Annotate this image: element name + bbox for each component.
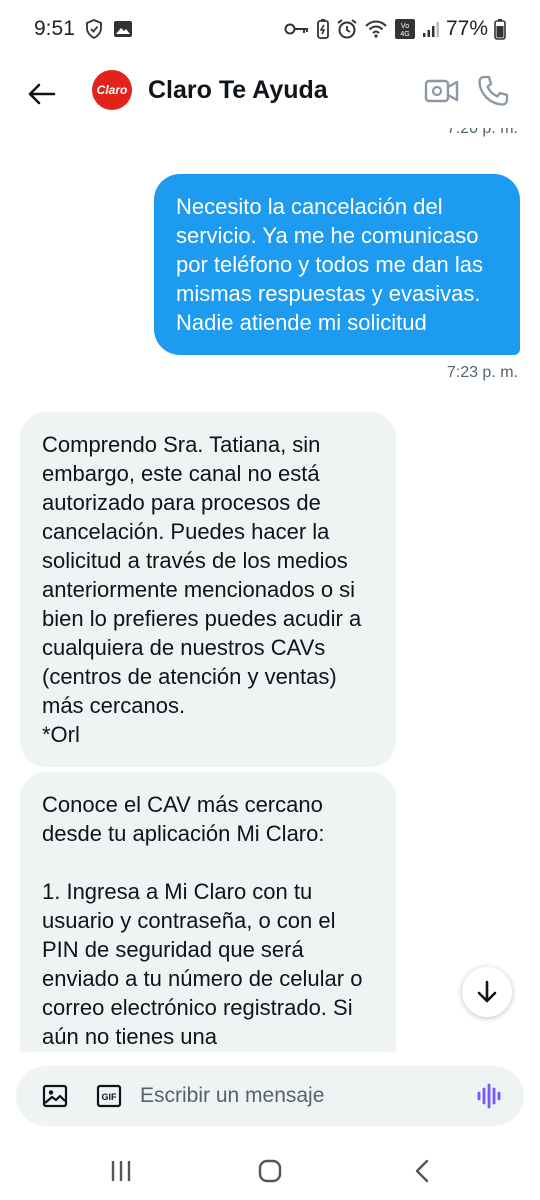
home-button[interactable] bbox=[255, 1158, 285, 1184]
svg-text:4G: 4G bbox=[400, 31, 409, 38]
back-arrow-icon bbox=[28, 83, 56, 105]
alarm-icon bbox=[336, 18, 358, 40]
svg-text:GIF: GIF bbox=[102, 1092, 118, 1102]
volte-icon: Vo 4G bbox=[394, 18, 416, 40]
video-call-icon bbox=[424, 79, 459, 103]
back-button[interactable] bbox=[24, 76, 60, 112]
svg-text:Vo: Vo bbox=[401, 23, 409, 30]
message-timestamp: 7:20 p. m. bbox=[446, 128, 518, 137]
gallery-icon bbox=[113, 20, 133, 38]
avatar[interactable]: Claro bbox=[92, 70, 132, 110]
home-icon bbox=[258, 1159, 282, 1183]
message-composer: GIF bbox=[16, 1066, 524, 1126]
recent-apps-button[interactable] bbox=[106, 1158, 136, 1184]
arrow-down-icon bbox=[477, 980, 497, 1003]
voice-message-button[interactable] bbox=[476, 1081, 504, 1111]
received-message-bubble[interactable]: Comprendo Sra. Tatiana, sin embargo, est… bbox=[20, 412, 396, 767]
system-back-button[interactable] bbox=[408, 1158, 438, 1184]
sent-message-bubble[interactable]: Necesito la cancelación del servicio. Ya… bbox=[154, 174, 520, 355]
video-call-button[interactable] bbox=[424, 76, 460, 106]
voice-icon bbox=[477, 1083, 501, 1109]
scroll-to-bottom-button[interactable] bbox=[462, 967, 512, 1017]
system-navigation-bar bbox=[0, 1140, 540, 1200]
gif-icon: GIF bbox=[96, 1084, 122, 1108]
message-list[interactable]: 7:20 p. m. Necesito la cancelación del s… bbox=[0, 128, 540, 1052]
signal-icon bbox=[422, 20, 440, 38]
image-icon bbox=[42, 1084, 68, 1108]
key-icon bbox=[284, 22, 310, 36]
battery-icon bbox=[494, 18, 506, 40]
avatar-logo-text: Claro bbox=[96, 83, 128, 97]
add-image-button[interactable] bbox=[42, 1084, 68, 1108]
conversation-header: Claro Claro Te Ayuda bbox=[0, 58, 540, 128]
battery-saver-icon bbox=[316, 18, 330, 40]
message-input[interactable] bbox=[140, 1080, 460, 1112]
voice-call-button[interactable] bbox=[476, 74, 510, 108]
contact-name[interactable]: Claro Te Ayuda bbox=[148, 76, 328, 105]
received-message-bubble[interactable]: Conoce el CAV más cercano desde tu aplic… bbox=[20, 772, 396, 1052]
message-timestamp: 7:23 p. m. bbox=[446, 364, 518, 381]
phone-icon bbox=[478, 75, 509, 106]
status-time: 9:51 bbox=[34, 17, 75, 40]
add-gif-button[interactable]: GIF bbox=[96, 1084, 122, 1108]
shield-icon bbox=[85, 19, 103, 39]
battery-percent: 77% bbox=[445, 17, 488, 40]
wifi-icon bbox=[364, 19, 388, 39]
chevron-left-icon bbox=[415, 1159, 429, 1183]
status-bar: 9:51 Vo 4G 77% bbox=[0, 0, 540, 58]
recent-apps-icon bbox=[111, 1161, 131, 1181]
